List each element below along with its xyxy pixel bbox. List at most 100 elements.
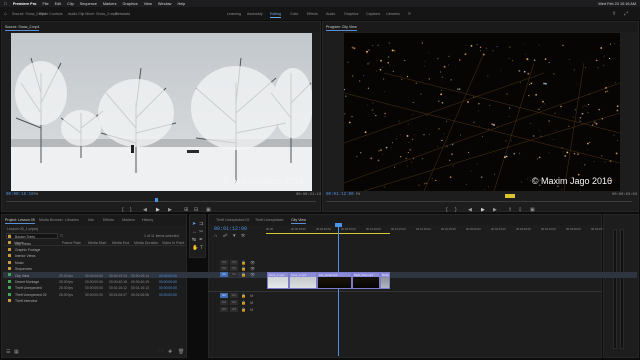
source-export-frame-icon[interactable]: ▣ xyxy=(206,207,211,213)
lock-icon[interactable]: 🔒 xyxy=(241,260,246,265)
app-menu[interactable]: Premiere Pro xyxy=(13,2,37,6)
list-view-icon[interactable]: ☰ xyxy=(6,349,10,355)
track-header-a3[interactable]: A3 xyxy=(230,307,238,312)
list-item[interactable]: Theft Unexpected 02 25.00 fps 00:00:00:00 0… xyxy=(3,292,637,298)
source-overwrite-icon[interactable]: ⊟ xyxy=(194,207,198,213)
list-item[interactable]: Music xyxy=(3,260,637,266)
program-extract-icon[interactable]: ⇩ xyxy=(518,207,522,213)
workspace-graphics[interactable]: Graphics xyxy=(344,12,358,16)
list-item[interactable]: Boston Trees xyxy=(3,234,637,240)
home-icon[interactable]: ⌂ xyxy=(4,11,7,17)
track-header-v3[interactable]: V3 xyxy=(230,260,238,265)
icon-view-icon[interactable]: ▦ xyxy=(14,349,19,355)
workspace-libraries[interactable]: Libraries xyxy=(386,12,400,16)
fullscreen-icon[interactable]: ⤢ xyxy=(624,11,628,17)
menu-edit[interactable]: Edit xyxy=(55,2,62,6)
source-mark-out-icon[interactable]: } xyxy=(130,207,132,213)
eye-icon[interactable]: 👁 xyxy=(250,266,255,271)
list-item[interactable]: Interior Views xyxy=(3,253,637,259)
share-icon[interactable]: ⇪ xyxy=(612,11,616,17)
menu-sequence[interactable]: Sequence xyxy=(80,2,97,6)
time-ruler[interactable]: 00:00 00:00:15:00 00:00:30:00 00:00:45:00 00… xyxy=(266,226,606,233)
track-target-a3[interactable]: A3 xyxy=(220,307,228,312)
track-target-a1[interactable]: A1 xyxy=(220,293,228,298)
new-item-icon[interactable]: ✚ xyxy=(168,349,172,355)
source-step-forward-icon[interactable]: ▶ xyxy=(168,207,172,213)
menu-graphics[interactable]: Graphics xyxy=(123,2,138,6)
track-header-a1[interactable]: A1 xyxy=(230,293,238,298)
track-target-v2[interactable]: V2 xyxy=(220,266,228,271)
lock-icon[interactable]: 🔒 xyxy=(241,300,246,305)
tab-info[interactable]: Info xyxy=(88,218,94,222)
tab-markers[interactable]: Markers xyxy=(122,218,135,222)
source-mark-in-icon[interactable]: { xyxy=(122,207,124,213)
workspace-more-icon[interactable]: » xyxy=(408,11,411,17)
apple-icon[interactable]:  xyxy=(4,2,7,6)
track-header-v1[interactable]: V1 xyxy=(230,272,238,277)
lock-icon[interactable]: 🔒 xyxy=(241,272,246,277)
timeline-clip[interactable]: City_Aerial.mp4 xyxy=(317,272,352,289)
menubar-clock[interactable]: Wed Feb 23 10:16 AM xyxy=(598,2,636,6)
menu-help[interactable]: Help xyxy=(177,2,185,6)
lock-icon[interactable]: 🔒 xyxy=(241,293,246,298)
menu-view[interactable]: View xyxy=(144,2,152,6)
program-mark-in-icon[interactable]: { xyxy=(446,207,448,213)
list-item[interactable]: City Views xyxy=(3,240,637,246)
program-mark-out-icon[interactable]: } xyxy=(455,207,457,213)
workspace-editing[interactable]: Editing xyxy=(270,12,281,18)
workspace-color[interactable]: Color xyxy=(290,12,299,16)
source-play-icon[interactable]: ▶ xyxy=(156,207,160,213)
mute-icon[interactable]: M xyxy=(250,300,253,305)
source-playhead[interactable] xyxy=(155,198,158,202)
menu-markers[interactable]: Markers xyxy=(103,2,117,6)
timeline-clip[interactable]: Snow_1.mp4 xyxy=(267,272,289,289)
timeline-clip[interactable]: Night_Drive.mp4 xyxy=(352,272,380,289)
source-video-frame[interactable]: © Maxim Jago 2016 xyxy=(11,33,312,191)
tab-media-browser[interactable]: Media Browser xyxy=(39,218,63,222)
program-lift-icon[interactable]: ⇧ xyxy=(508,207,512,213)
menu-file[interactable]: File xyxy=(43,2,49,6)
eye-icon[interactable]: 👁 xyxy=(250,272,255,277)
eye-icon[interactable]: 👁 xyxy=(250,260,255,265)
lock-icon[interactable]: 🔒 xyxy=(241,307,246,312)
trash-icon[interactable]: 🗑 xyxy=(178,349,184,355)
workspace-effects[interactable]: Effects xyxy=(307,12,318,16)
program-step-forward-icon[interactable]: ▶ xyxy=(493,207,497,213)
source-insert-icon[interactable]: ⊞ xyxy=(184,207,188,213)
track-select-tool-icon[interactable]: ⇉ xyxy=(199,221,203,227)
menu-window[interactable]: Window xyxy=(158,2,172,6)
workspace-learning[interactable]: Learning xyxy=(227,12,241,16)
source-timecode[interactable]: 00:00:18:19 xyxy=(6,193,34,197)
source-scrubber[interactable] xyxy=(6,199,316,202)
tab-source[interactable]: Source: Snow_2.mp4 xyxy=(5,25,40,31)
tab-seq-theft[interactable]: Theft Unexpected xyxy=(255,218,283,222)
track-target-v1[interactable]: V1 xyxy=(220,272,228,277)
tab-effects[interactable]: Effects xyxy=(103,218,114,222)
program-scrubber[interactable] xyxy=(326,199,632,202)
tab-program[interactable]: Program: City View xyxy=(326,25,357,31)
mute-icon[interactable]: M xyxy=(250,307,253,312)
list-item[interactable]: Graphic Footage xyxy=(3,247,637,253)
lock-icon[interactable]: 🔒 xyxy=(241,266,246,271)
track-header-a2[interactable]: A2 xyxy=(230,300,238,305)
tab-seq-city-view[interactable]: City View xyxy=(291,218,306,224)
workspace-assembly[interactable]: Assembly xyxy=(247,12,263,16)
tab-project[interactable]: Project: Lesson 05 xyxy=(5,218,35,224)
program-export-frame-icon[interactable]: ▣ xyxy=(530,207,535,213)
timeline-playhead-handle[interactable] xyxy=(335,223,342,227)
track-target-a2[interactable]: A2 xyxy=(220,300,228,305)
timeline-clip[interactable]: Snow_2.mp4 xyxy=(289,272,317,289)
menu-clip[interactable]: Clip xyxy=(67,2,74,6)
tab-seq-theft-02[interactable]: Theft Unexpected 02 xyxy=(216,218,249,222)
source-step-back-icon[interactable]: ◀ xyxy=(143,207,147,213)
timeline-timecode[interactable]: 00:01:12:00 xyxy=(214,226,247,232)
workspace-audio[interactable]: Audio xyxy=(326,12,335,16)
timeline-clip[interactable]: Bridge.mp4 xyxy=(380,272,390,289)
open-tab-audio-mixer[interactable]: Audio Clip Mixer: Snow_2.mp4 xyxy=(68,12,117,16)
source-fit-select[interactable]: Fit xyxy=(34,192,38,197)
program-timecode[interactable]: 00:01:12:00 xyxy=(326,193,354,197)
program-fit-select[interactable]: Fit xyxy=(356,192,360,197)
workspace-captions[interactable]: Captions xyxy=(366,12,380,16)
selection-tool-icon[interactable]: ➤ xyxy=(192,221,196,227)
open-tab-effect-controls[interactable]: Effect Controls xyxy=(39,12,63,16)
